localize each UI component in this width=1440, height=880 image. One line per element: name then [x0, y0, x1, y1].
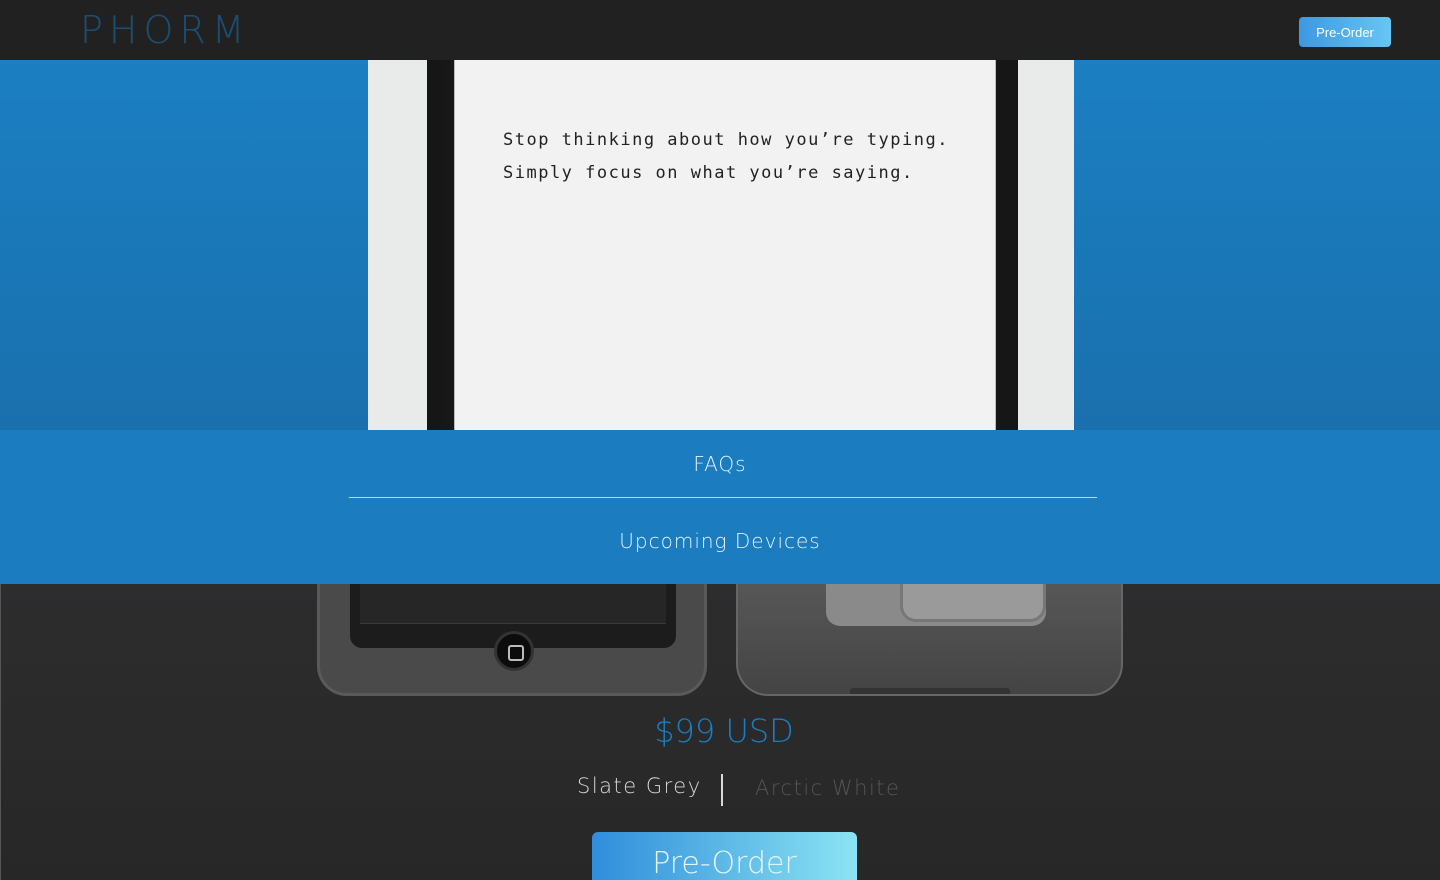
menu-item-upcoming-devices[interactable]: Upcoming Devices — [0, 529, 1440, 553]
case-back-image — [736, 584, 1123, 696]
case-front-image — [317, 584, 707, 696]
hero-tagline-line-1: Stop thinking about how you’re typing. — [503, 130, 949, 150]
hero-section: Stop thinking about how you’re typing. S… — [0, 60, 1440, 430]
camera-cutout — [826, 584, 1046, 626]
header-preorder-button[interactable]: Pre-Order — [1299, 17, 1391, 47]
hero-tagline-line-2: Simply focus on what you’re saying. — [503, 163, 914, 183]
device-screen — [360, 584, 666, 624]
camera-icon — [900, 584, 1046, 622]
color-option-divider — [721, 774, 723, 806]
color-option-slate-grey[interactable]: Slate Grey — [577, 774, 702, 798]
price-label: $99 USD — [654, 712, 794, 750]
home-button-icon — [494, 631, 534, 671]
dropdown-menu: FAQs Upcoming Devices — [0, 430, 1440, 584]
menu-divider — [349, 497, 1097, 498]
site-header: PHORM Pre-Order — [0, 0, 1440, 60]
logo[interactable]: PHORM — [80, 8, 251, 52]
case-slot — [850, 688, 1010, 694]
product-section: $99 USD Slate Grey Arctic White Pre-Orde… — [0, 584, 1440, 880]
tablet-screen: Stop thinking about how you’re typing. S… — [454, 60, 996, 430]
menu-item-faqs[interactable]: FAQs — [0, 452, 1440, 476]
hero-tagline: Stop thinking about how you’re typing. S… — [503, 124, 949, 190]
main-preorder-button[interactable]: Pre-Order — [592, 832, 857, 880]
color-option-arctic-white[interactable]: Arctic White — [755, 776, 900, 800]
